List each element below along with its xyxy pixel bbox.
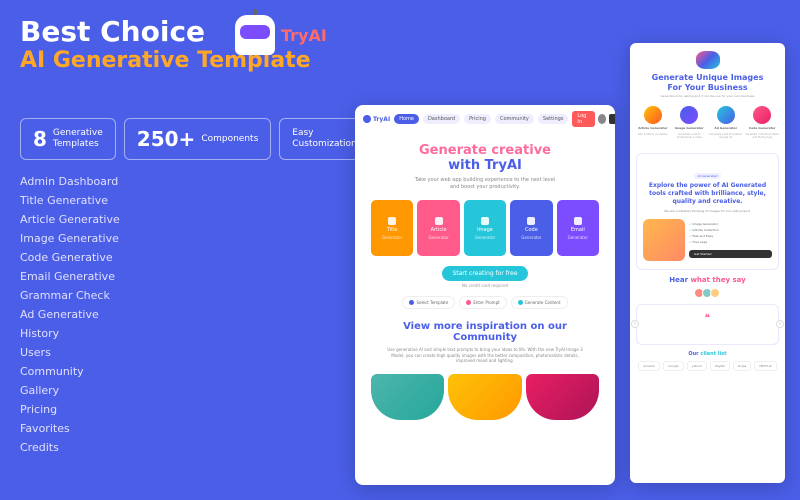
category-row: TitleGenerator ArticleGenerator ImageGen… bbox=[363, 200, 607, 256]
image-icon bbox=[481, 217, 489, 225]
preview-hero-sub: Take your web app building experience to… bbox=[363, 177, 607, 190]
code-icon bbox=[527, 217, 535, 225]
ic-image[interactable]: Image GeneratorGenerate a list of profes… bbox=[673, 106, 707, 139]
p2-heading: Generate Unique ImagesFor Your Business bbox=[636, 73, 779, 92]
gallery-image-1[interactable] bbox=[371, 374, 444, 420]
gallery-row bbox=[363, 368, 607, 426]
testimonial-avatars bbox=[630, 288, 785, 298]
gallery-image-2[interactable] bbox=[448, 374, 521, 420]
p2-sub: Generate AI by asking and it can be use … bbox=[636, 94, 779, 98]
nav-settings[interactable]: Settings bbox=[538, 114, 569, 124]
client-logo: NETFLIX bbox=[754, 361, 776, 371]
preview-logo[interactable]: TryAI bbox=[363, 115, 390, 123]
brand-name: TryAI bbox=[281, 26, 327, 45]
avatar-3[interactable] bbox=[710, 288, 720, 298]
community-heading: View more inspiration on our Community bbox=[363, 321, 607, 343]
clients-section: Our client list amazon Google yahoo! Pay… bbox=[630, 351, 785, 371]
step-3[interactable]: Generate Content bbox=[511, 296, 568, 309]
cta-subtext: No credit card required bbox=[363, 283, 607, 288]
ai-badge: AI Generated bbox=[694, 173, 722, 179]
feature-item: Grammar Check bbox=[20, 289, 350, 302]
feature-item: Favorites bbox=[20, 422, 350, 435]
menu-icon[interactable] bbox=[609, 114, 615, 124]
client-logo: Google bbox=[663, 361, 684, 371]
gallery-image-3[interactable] bbox=[526, 374, 599, 420]
cat-image[interactable]: ImageGenerator bbox=[464, 200, 506, 256]
nav-home[interactable]: Home bbox=[394, 114, 419, 124]
step-2[interactable]: Enter Prompt bbox=[459, 296, 506, 309]
explore-box: AI Generated Explore the power of AI Gen… bbox=[636, 153, 779, 269]
login-button[interactable]: Log In bbox=[572, 111, 594, 127]
cat-code[interactable]: CodeGenerator bbox=[510, 200, 552, 256]
preview-side: Generate Unique ImagesFor Your Business … bbox=[630, 43, 785, 483]
explore-sub: We are constantly thinking of images for… bbox=[643, 209, 772, 213]
feature-item: Community bbox=[20, 365, 350, 378]
ic-article[interactable]: Article GeneratorTurn a title to an outl… bbox=[636, 106, 670, 139]
preview-hero-title: Generate creative with TryAI bbox=[363, 143, 607, 173]
stats-row: 8 Generative Templates 250+ Components E… bbox=[20, 118, 350, 160]
stat-components: 250+ Components bbox=[124, 118, 271, 160]
testimonial-card: ‹ › ❝ bbox=[636, 304, 779, 345]
feature-item: Image Generative bbox=[20, 232, 350, 245]
client-logo: amazon bbox=[638, 361, 660, 371]
article-icon bbox=[435, 217, 443, 225]
robot-icon bbox=[235, 15, 275, 55]
feature-item: Gallery bbox=[20, 384, 350, 397]
explore-heading: Explore the power of AI Generated tools … bbox=[643, 182, 772, 205]
nav-community[interactable]: Community bbox=[495, 114, 534, 124]
prev-arrow[interactable]: ‹ bbox=[631, 320, 639, 328]
feature-item: Article Generative bbox=[20, 213, 350, 226]
blob-icon bbox=[696, 51, 720, 69]
next-arrow[interactable]: › bbox=[776, 320, 784, 328]
client-logo: yahoo! bbox=[687, 361, 707, 371]
brand-logo: TryAI bbox=[235, 15, 327, 55]
cat-article[interactable]: ArticleGenerator bbox=[417, 200, 459, 256]
feature-item: Users bbox=[20, 346, 350, 359]
feature-item: History bbox=[20, 327, 350, 340]
preview-main: TryAI Home Dashboard Pricing Community S… bbox=[355, 105, 615, 485]
feature-item: Code Generative bbox=[20, 251, 350, 264]
stat-templates: 8 Generative Templates bbox=[20, 118, 116, 160]
preview-navbar: TryAI Home Dashboard Pricing Community S… bbox=[355, 105, 615, 133]
nav-dashboard[interactable]: Dashboard bbox=[423, 114, 460, 124]
feature-item: Admin Dashboard bbox=[20, 175, 350, 188]
feature-item: Credits bbox=[20, 441, 350, 454]
get-started-button[interactable]: Get Started bbox=[689, 250, 772, 258]
avatar[interactable] bbox=[598, 114, 606, 124]
title-icon bbox=[388, 217, 396, 225]
email-icon bbox=[574, 217, 582, 225]
steps-row: Select Template Enter Prompt Generate Co… bbox=[363, 296, 607, 309]
feature-item: Pricing bbox=[20, 403, 350, 416]
feature-list: Admin Dashboard Title Generative Article… bbox=[20, 175, 350, 454]
feature-item: Ad Generative bbox=[20, 308, 350, 321]
ic-code[interactable]: Code GeneratorGenerate code fix problem … bbox=[746, 106, 780, 139]
p2-icon-row: Article GeneratorTurn a title to an outl… bbox=[636, 106, 779, 139]
feature-item: Email Generative bbox=[20, 270, 350, 283]
cat-email[interactable]: EmailGenerator bbox=[557, 200, 599, 256]
explore-image bbox=[643, 219, 685, 261]
testimonials-heading: Hear what they say bbox=[630, 276, 785, 284]
cat-title[interactable]: TitleGenerator bbox=[371, 200, 413, 256]
step-1[interactable]: Select Template bbox=[402, 296, 455, 309]
bullet-list: Image Generator Infinite Collection Fast… bbox=[689, 222, 772, 258]
client-logo: PayPal bbox=[710, 361, 730, 371]
client-logo: stripe bbox=[733, 361, 752, 371]
cta-button[interactable]: Start creating for free bbox=[442, 266, 527, 281]
community-desc: Use generative AI and simple text prompt… bbox=[363, 343, 607, 368]
feature-item: Title Generative bbox=[20, 194, 350, 207]
ic-ad[interactable]: Ad GeneratorGenerate a list of creative … bbox=[709, 106, 743, 139]
nav-pricing[interactable]: Pricing bbox=[464, 114, 491, 124]
